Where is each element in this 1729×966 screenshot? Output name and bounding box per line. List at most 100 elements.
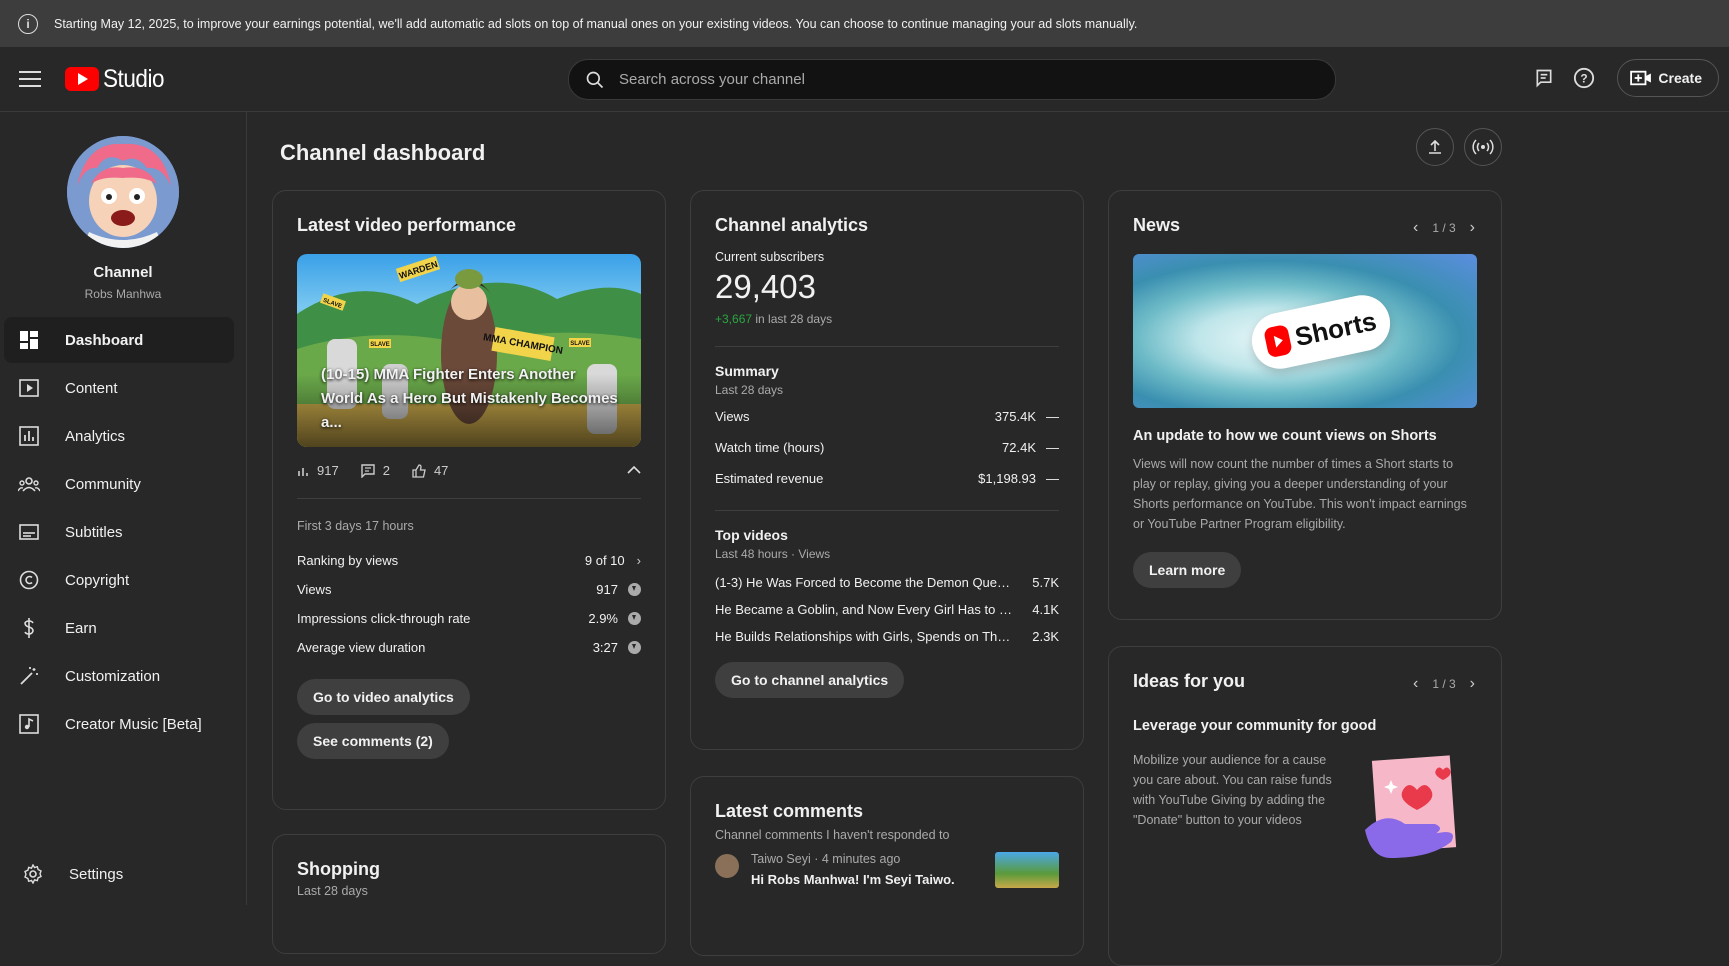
down-indicator-icon (628, 612, 641, 625)
sidebar-item-analytics[interactable]: Analytics (4, 413, 234, 459)
help-icon[interactable]: ? (1571, 65, 1597, 91)
card-title: Channel analytics (715, 215, 869, 235)
metric-label: Ranking by views (297, 553, 399, 568)
community-icon (18, 473, 40, 495)
sidebar-item-content[interactable]: Content (4, 365, 234, 411)
analytics-icon (18, 425, 40, 447)
info-icon: i (18, 13, 38, 34)
shorts-badge: Shorts (1246, 290, 1396, 374)
top-video-row[interactable]: He Became a Goblin, and Now Every Girl H… (715, 602, 1059, 617)
top-video-row[interactable]: He Builds Relationships with Girls, Spen… (715, 629, 1059, 644)
prev-arrow-icon[interactable]: ‹ (1413, 675, 1418, 693)
banner-text: Starting May 12, 2025, to improve your e… (54, 16, 1138, 31)
top-videos-heading: Top videos (715, 527, 788, 543)
sidebar-item-creator-music[interactable]: Creator Music [Beta] (4, 701, 234, 747)
sidebar-item-label: Community (65, 475, 141, 493)
comment-text: Hi Robs Manhwa! I'm Seyi Taiwo. (751, 872, 955, 887)
period-label: First 3 days 17 hours (297, 519, 414, 533)
create-label: Create (1658, 70, 1702, 86)
customization-icon (18, 665, 40, 687)
metric-value: 9 of 10 (584, 553, 625, 568)
shopping-card: Shopping Last 28 days (272, 834, 666, 954)
sidebar-item-earn[interactable]: Earn (4, 605, 234, 651)
channel-label: Channel (93, 264, 153, 281)
sidebar-item-label: Copyright (65, 571, 130, 589)
go-live-button[interactable] (1464, 128, 1502, 166)
metric-views: Views 917 (297, 582, 641, 597)
pager-text: 1 / 3 (1432, 221, 1456, 235)
summary-value: 72.4K (1002, 440, 1036, 455)
subscribers-delta-suffix: in last 28 days (752, 312, 833, 326)
shorts-text: Shorts (1292, 305, 1379, 352)
sidebar-item-label: Content (65, 379, 118, 397)
thumb-tag-slave: SLAVE (570, 341, 590, 347)
summary-subtitle: Last 28 days (715, 383, 784, 397)
thumb-tag-slave: SLAVE (370, 342, 390, 348)
collapse-chevron-icon[interactable] (627, 463, 641, 478)
likes-count: 47 (433, 463, 449, 478)
gear-icon (22, 863, 44, 885)
news-title: An update to how we count views on Short… (1133, 428, 1437, 444)
summary-value: 375.4K (994, 409, 1036, 424)
sidebar-item-community[interactable]: Community (4, 461, 234, 507)
learn-more-button[interactable]: Learn more (1133, 552, 1242, 588)
upload-button[interactable] (1416, 128, 1454, 166)
search-bar[interactable] (568, 59, 1336, 100)
down-indicator-icon (628, 641, 641, 654)
top-videos-subtitle: Last 48 hours · Views (715, 547, 831, 561)
top-video-views: 2.3K (1032, 629, 1059, 644)
metric-ranking[interactable]: Ranking by views 9 of 10 › (297, 553, 641, 568)
comments-count: 2 (382, 463, 390, 478)
sidebar-item-copyright[interactable]: Copyright (4, 557, 234, 603)
create-button[interactable]: Create (1617, 59, 1719, 97)
search-input[interactable] (619, 71, 1219, 88)
latest-comments-card: Latest comments Channel comments I haven… (690, 776, 1084, 956)
donate-illustration-icon (1365, 755, 1457, 858)
subscribers-delta: +3,667 (715, 312, 753, 326)
sidebar-item-label: Analytics (65, 427, 126, 445)
top-video-title: He Builds Relationships with Girls, Spen… (715, 629, 1015, 644)
comment-item[interactable]: Taiwo Seyi · 4 minutes ago Hi Robs Manhw… (715, 852, 1059, 888)
top-video-views: 4.1K (1032, 602, 1059, 617)
top-video-views: 5.7K (1032, 575, 1059, 590)
commenter-avatar[interactable] (715, 854, 739, 878)
avatar[interactable] (67, 136, 179, 248)
comment-icon (361, 463, 375, 478)
upload-icon (1429, 139, 1441, 154)
news-pager: ‹ 1 / 3 › (1413, 219, 1475, 237)
summary-label: Watch time (hours) (715, 440, 825, 455)
content-icon (18, 377, 40, 399)
sidebar-item-customization[interactable]: Customization (4, 653, 234, 699)
top-video-title: He Became a Goblin, and Now Every Girl H… (715, 602, 1015, 617)
next-arrow-icon[interactable]: › (1470, 219, 1475, 237)
shorts-logo-icon (1262, 324, 1293, 359)
news-image: Shorts (1133, 254, 1477, 408)
prev-arrow-icon[interactable]: ‹ (1413, 219, 1418, 237)
metric-value: 917 (596, 582, 618, 597)
create-video-icon (1630, 70, 1652, 86)
studio-logo[interactable]: Studio (65, 65, 171, 94)
metric-label: Impressions click-through rate (297, 611, 471, 626)
channel-analytics-button[interactable]: Go to channel analytics (715, 662, 905, 698)
comment-video-thumbnail[interactable] (995, 852, 1059, 888)
video-analytics-button[interactable]: Go to video analytics (297, 679, 470, 715)
bar-chart-icon (298, 467, 308, 476)
sidebar-item-dashboard[interactable]: Dashboard (4, 317, 234, 363)
ideas-pager: ‹ 1 / 3 › (1413, 675, 1475, 693)
menu-icon[interactable] (19, 71, 41, 87)
feedback-icon[interactable] (1531, 65, 1557, 91)
video-thumbnail[interactable]: WARDEN MMA CHAMPION SLAVE SLAVE SLAVE (1… (297, 254, 641, 447)
next-arrow-icon[interactable]: › (1470, 675, 1475, 693)
youtube-logo-icon (65, 67, 99, 91)
sidebar-item-label: Dashboard (65, 331, 144, 349)
see-comments-button[interactable]: See comments (2) (297, 723, 449, 759)
top-video-row[interactable]: (1-3) He Was Forced to Become the Demon … (715, 575, 1059, 590)
metric-value: 3:27 (592, 640, 618, 655)
card-subtitle: Channel comments I haven't responded to (715, 828, 950, 842)
comments-stat: 2 (361, 463, 390, 478)
dashboard-icon (18, 329, 40, 351)
sidebar-item-settings[interactable]: Settings (8, 851, 239, 897)
sidebar-item-subtitles[interactable]: Subtitles (4, 509, 234, 555)
subscribers-count: 29,403 (715, 268, 816, 305)
video-title: (10-15) MMA Fighter Enters Another World… (321, 366, 618, 431)
